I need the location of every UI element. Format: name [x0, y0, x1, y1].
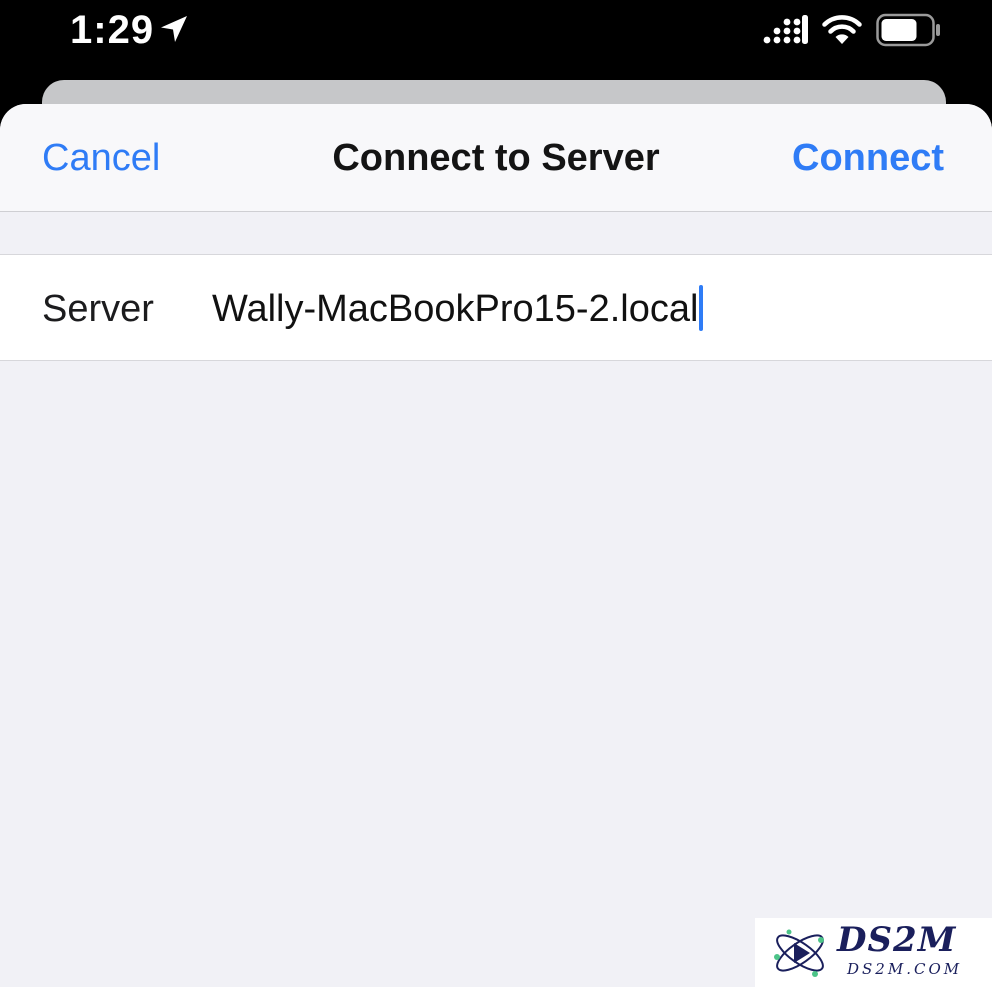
watermark-subtitle: DS2M.COM — [847, 960, 963, 978]
cancel-button[interactable]: Cancel — [42, 134, 160, 182]
server-field[interactable]: Wally-MacBookPro15-2.local — [212, 281, 952, 337]
server-input-text: Wally-MacBookPro15-2.local — [212, 288, 699, 330]
watermark: DS2M DS2M.COM — [755, 918, 992, 987]
wifi-icon — [822, 15, 862, 44]
atom-logo-icon — [774, 929, 824, 977]
status-bar: 1:29 — [0, 0, 992, 82]
server-row: Server Wally-MacBookPro15-2.local — [0, 254, 992, 361]
server-label: Server — [42, 288, 154, 330]
cellular-signal-icon — [763, 15, 808, 44]
status-time: 1:29 — [70, 8, 155, 52]
navigation-bar: Cancel Connect to Server Connect — [0, 104, 992, 212]
connect-button[interactable]: Connect — [792, 134, 944, 182]
location-arrow-icon — [161, 16, 187, 42]
server-input-value[interactable]: Wally-MacBookPro15-2.local — [212, 285, 704, 333]
connect-to-server-sheet: Cancel Connect to Server Connect Server … — [0, 104, 992, 987]
battery-icon — [876, 13, 940, 47]
text-caret — [699, 285, 704, 331]
watermark-title: DS2M — [837, 920, 957, 960]
